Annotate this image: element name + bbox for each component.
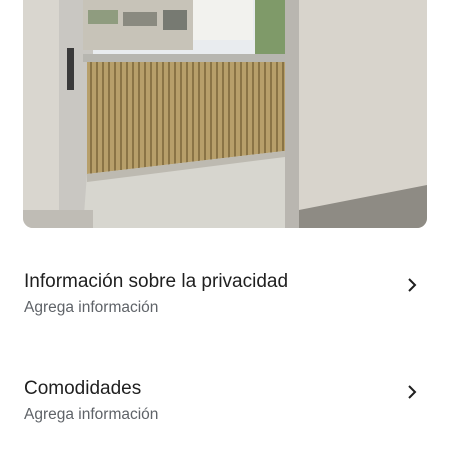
chevron-right-icon[interactable] [404, 277, 420, 293]
balcony-photo [23, 0, 427, 228]
listing-photo[interactable] [23, 0, 427, 228]
amenities-subtitle: Agrega información [24, 406, 159, 423]
privacy-info-title: Información sobre la privacidad [24, 271, 289, 292]
chevron-right-icon[interactable] [404, 384, 420, 400]
amenities-row[interactable]: Comodidades Agrega información [0, 378, 450, 438]
amenities-title: Comodidades [24, 378, 142, 399]
privacy-info-row[interactable]: Información sobre la privacidad Agrega i… [0, 271, 450, 331]
privacy-info-subtitle: Agrega información [24, 299, 159, 316]
